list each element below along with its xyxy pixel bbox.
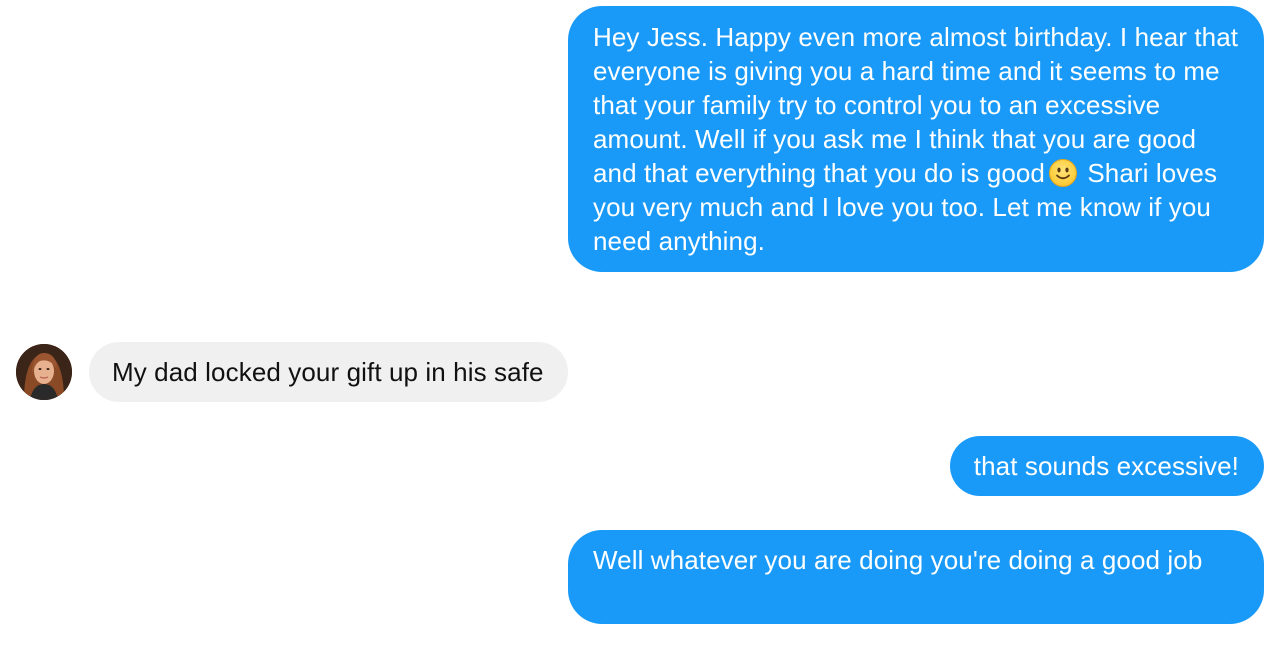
sent-message-bubble[interactable]: Well whatever you are doing you're doing… [568, 530, 1264, 624]
slightly-smiling-face-icon [1049, 159, 1077, 187]
message-text: that sounds excessive! [973, 451, 1239, 481]
sent-message-bubble[interactable]: that sounds excessive! [949, 436, 1264, 496]
sent-message-bubble[interactable]: Hey Jess. Happy even more almost birthda… [568, 6, 1264, 272]
message-text: My dad locked your gift up in his safe [112, 357, 544, 387]
message-text: Well whatever you are doing you're doing… [593, 545, 1203, 575]
contact-avatar[interactable] [16, 344, 72, 400]
received-message-bubble[interactable]: My dad locked your gift up in his safe [89, 342, 568, 402]
